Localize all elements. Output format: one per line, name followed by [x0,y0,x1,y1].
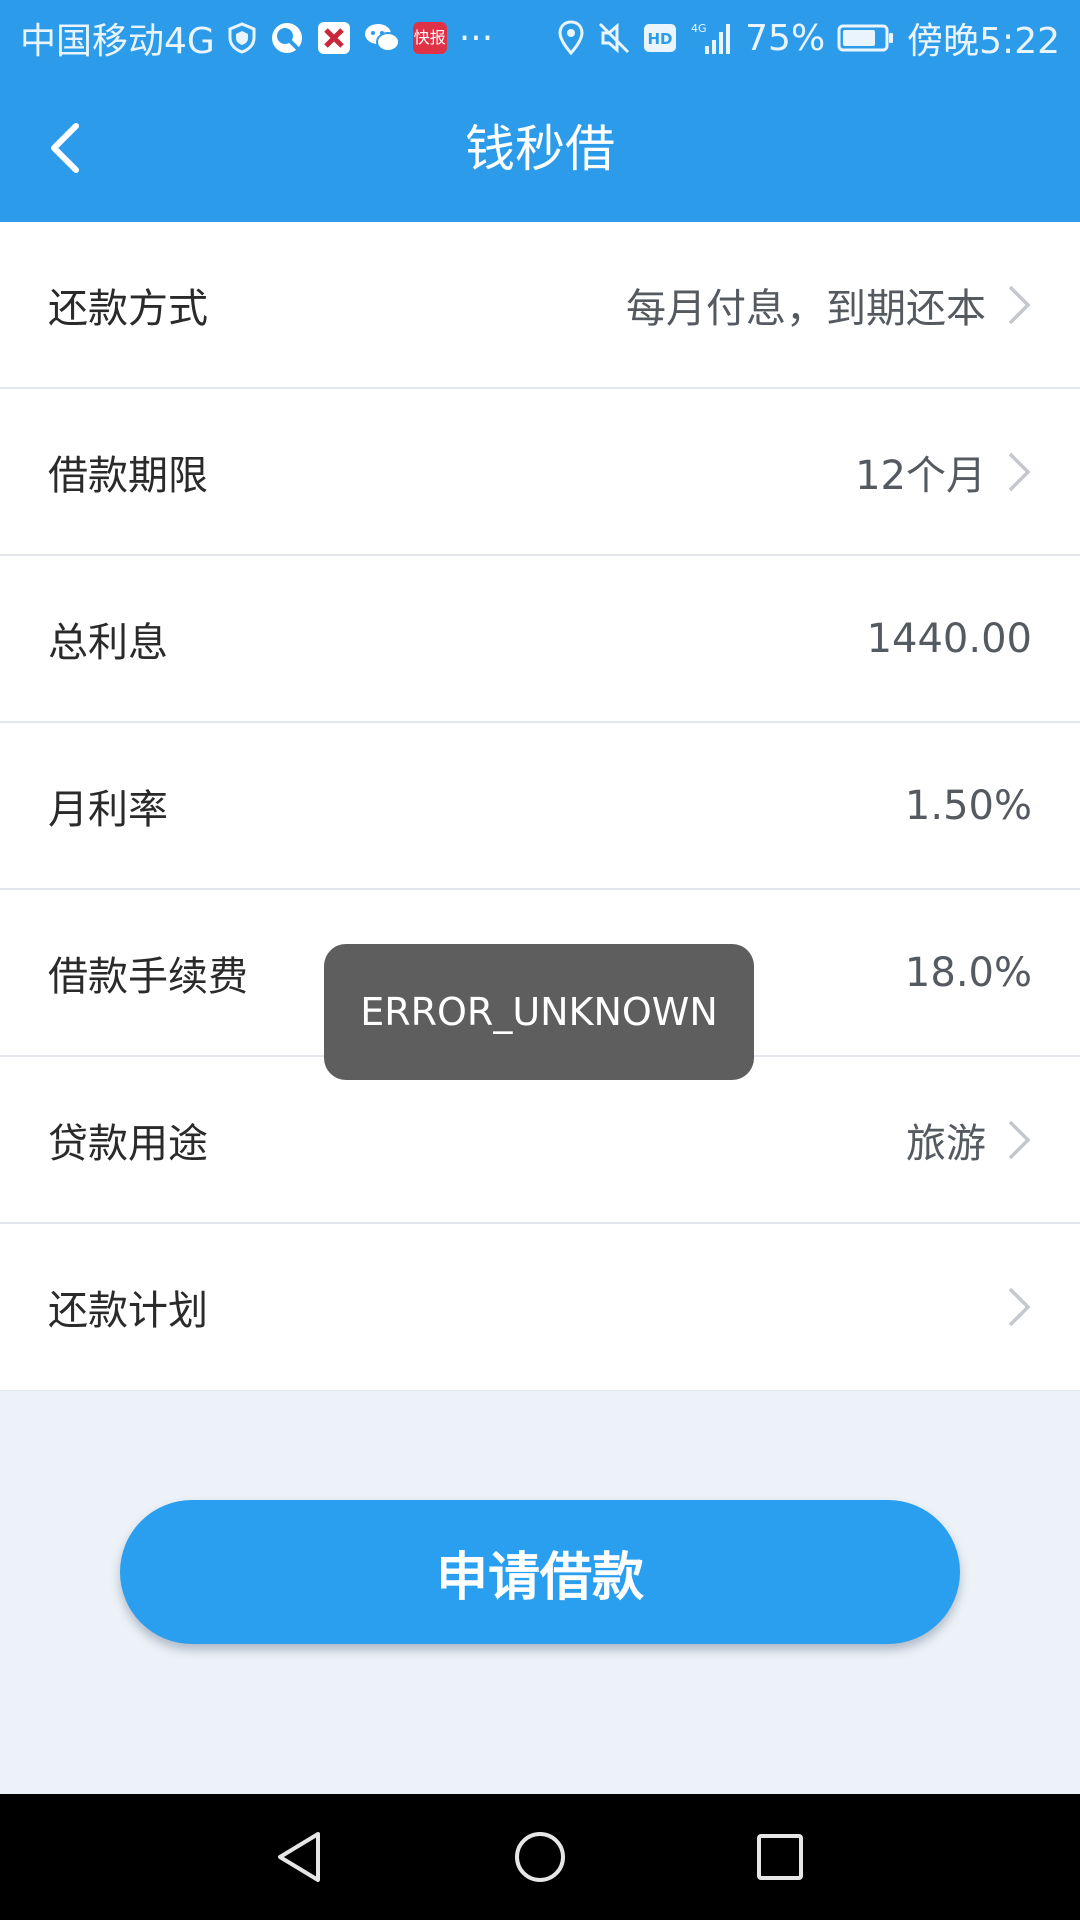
row-label: 总利息 [48,619,168,666]
row-label: 借款手续费 [48,953,248,1000]
more-notifications-icon: ··· [458,17,494,59]
apply-loan-button[interactable]: 申请借款 [120,1500,960,1644]
row-label: 月利率 [48,786,168,833]
row-value: 1.50% [904,782,1032,829]
square-recent-icon [757,1834,803,1880]
svg-text:HD: HD [648,30,673,48]
chevron-left-icon [51,123,79,173]
row-total-interest: 总利息 1440.00 [0,556,1080,723]
carrier-text: 中国移动4G [20,21,215,62]
row-loan-term[interactable]: 借款期限 12个月 [0,389,1080,556]
nav-bar: 钱秒借 [0,76,1080,222]
row-value: 每月付息，到期还本 [626,285,986,332]
back-button[interactable] [32,116,96,180]
row-value: 1440.00 [866,615,1032,662]
triangle-back-icon [278,1832,320,1882]
circle-home-icon [515,1832,565,1882]
shopping-app-icon [317,21,351,55]
news-app-badge: 快报 [412,22,447,54]
loan-detail-list: 还款方式 每月付息，到期还本 借款期限 12个月 总利息 1440.00 月利率… [0,222,1080,1391]
toast-message: ERROR_UNKNOWN [360,990,718,1034]
error-toast: ERROR_UNKNOWN [324,944,754,1080]
location-icon [557,20,585,56]
row-label: 还款计划 [48,1288,208,1334]
chevron-right-icon [1006,283,1032,327]
row-value: 18.0% [904,949,1032,996]
chevron-right-icon [1006,1118,1032,1162]
row-label: 还款方式 [48,285,208,332]
wechat-icon [363,21,401,55]
signal-icon: 4G [689,20,733,56]
status-left: 中国移动4G 快报 ··· [20,12,493,64]
battery-icon [837,23,895,53]
row-value: 12个月 [855,452,986,499]
system-recent-button[interactable] [745,1822,815,1892]
status-bar: 中国移动4G 快报 ··· HD 4G 75% 傍晚5:22 [0,0,1080,76]
browser-app-icon [269,20,305,56]
row-label: 贷款用途 [48,1120,208,1167]
row-label: 借款期限 [48,452,208,499]
row-repayment-method[interactable]: 还款方式 每月付息，到期还本 [0,222,1080,389]
system-nav-bar [0,1794,1080,1920]
battery-percent: 75% [745,17,826,59]
clock-time: 傍晚5:22 [907,21,1060,62]
row-value: 旅游 [906,1120,986,1167]
chevron-right-icon [1006,450,1032,494]
row-repayment-plan[interactable]: 还款计划 [0,1224,1080,1391]
hd-call-icon: HD [643,23,677,53]
row-loan-purpose[interactable]: 贷款用途 旅游 [0,1057,1080,1224]
chevron-right-icon [1006,1285,1032,1329]
system-back-button[interactable] [264,1822,334,1892]
network-type-label: 4G [691,22,707,35]
page-title: 钱秒借 [465,120,615,178]
mute-icon [597,21,631,55]
status-right: HD 4G 75% 傍晚5:22 [557,12,1060,64]
row-monthly-rate: 月利率 1.50% [0,723,1080,890]
system-home-button[interactable] [505,1822,575,1892]
shield-icon [227,22,257,54]
